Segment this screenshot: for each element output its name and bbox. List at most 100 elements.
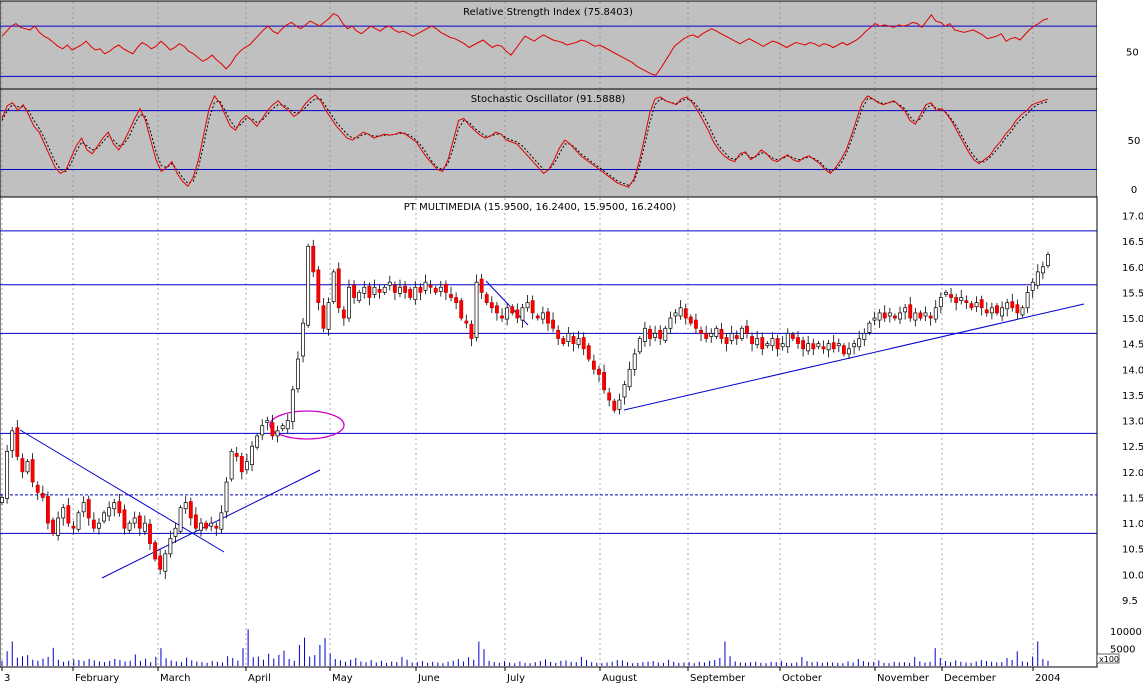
month-label: October xyxy=(782,673,823,684)
candle-down xyxy=(683,308,688,319)
candle-up xyxy=(1000,307,1005,317)
candle-down xyxy=(377,288,382,293)
candle-down xyxy=(699,329,703,334)
candle-down xyxy=(561,338,566,345)
candle-down xyxy=(995,305,999,314)
candle-down xyxy=(949,294,953,298)
candle-up xyxy=(627,368,632,388)
candle-down xyxy=(367,285,372,298)
candle-up xyxy=(663,327,668,341)
candle-up xyxy=(362,286,367,294)
candle-up xyxy=(183,502,188,510)
candle-down xyxy=(20,458,25,473)
candle-down xyxy=(510,306,515,314)
candle-down xyxy=(551,319,555,329)
candle-up xyxy=(168,538,173,555)
candle-up xyxy=(357,292,362,301)
candle-up xyxy=(974,302,979,308)
candle-up xyxy=(347,286,351,319)
candle-up xyxy=(331,271,336,302)
candle-up xyxy=(163,553,168,572)
candle-up xyxy=(836,343,841,347)
candle-up xyxy=(280,425,285,430)
price-tick-label: 11.5 xyxy=(1122,493,1143,504)
candle-up xyxy=(780,343,785,348)
candle-up xyxy=(387,281,392,286)
candle-down xyxy=(464,320,469,324)
stochastic-title: Stochastic Oscillator (91.5888) xyxy=(471,94,626,105)
candle-up xyxy=(142,522,147,532)
candle-up xyxy=(709,333,714,337)
candle-up xyxy=(423,281,428,291)
candle-up xyxy=(290,389,295,422)
candle-up xyxy=(673,312,678,317)
price-panel: PT MULTIMEDIA (15.9500, 16.2400, 15.9500… xyxy=(0,196,1143,668)
candle-up xyxy=(765,343,770,347)
price-tick-label: 14.5 xyxy=(1122,340,1143,351)
candle-up xyxy=(622,384,627,398)
candle-down xyxy=(591,360,596,370)
price-tick-label: 12.5 xyxy=(1122,442,1143,453)
candle-down xyxy=(316,269,321,304)
candle-up xyxy=(199,522,203,531)
candle-down xyxy=(724,337,729,345)
candle-down xyxy=(408,288,413,298)
candle-down xyxy=(148,523,152,544)
candle-down xyxy=(801,340,806,350)
candle-up xyxy=(265,420,270,423)
candle-down xyxy=(530,300,535,314)
candle-down xyxy=(750,336,754,345)
candle-down xyxy=(392,284,397,293)
price-tick-label: 12.0 xyxy=(1122,468,1143,479)
candle-down xyxy=(418,286,423,293)
month-axis: 3 February March April May June July August Sept… xyxy=(0,666,1097,684)
candle-down xyxy=(428,284,433,288)
candle-up xyxy=(398,286,402,294)
candle-up xyxy=(1020,307,1025,316)
candle-down xyxy=(811,343,816,350)
candle-up xyxy=(739,327,744,339)
candle-down xyxy=(30,459,35,483)
candle-up xyxy=(525,302,530,309)
candle-up xyxy=(56,517,61,536)
candle-down xyxy=(882,312,887,319)
candle-up xyxy=(816,343,821,348)
candle-up xyxy=(301,322,305,357)
candle-up xyxy=(372,286,377,295)
candle-up xyxy=(898,312,902,320)
candle-down xyxy=(760,337,765,350)
stochastic-tick-label: 50 xyxy=(1128,136,1141,147)
candle-up xyxy=(102,512,106,522)
price-tick-label: 17.0 xyxy=(1122,212,1143,223)
candle-down xyxy=(234,453,239,457)
candle-up xyxy=(938,297,943,308)
price-title: PT MULTIMEDIA (15.9500, 16.2400, 15.9500… xyxy=(404,202,677,213)
candle-up xyxy=(867,322,872,333)
rsi-tick-label: 50 xyxy=(1126,47,1139,58)
candle-down xyxy=(469,323,474,339)
candle-down xyxy=(602,372,607,391)
candle-up xyxy=(903,307,908,313)
candle-down xyxy=(433,287,438,293)
candle-down xyxy=(556,329,561,339)
candle-up xyxy=(76,512,81,530)
candle-down xyxy=(122,509,127,529)
price-tick-label: 10.0 xyxy=(1122,570,1143,581)
candle-down xyxy=(158,555,163,570)
price-tick-label: 11.0 xyxy=(1122,519,1143,530)
candle-up xyxy=(285,420,290,430)
candle-down xyxy=(597,368,601,375)
candle-up xyxy=(219,512,224,530)
candle-down xyxy=(586,345,591,360)
candle-up xyxy=(632,353,637,370)
candle-up xyxy=(209,522,214,527)
candle-down xyxy=(969,303,974,309)
candle-down xyxy=(153,542,157,560)
month-label: July xyxy=(506,673,525,684)
candle-down xyxy=(612,400,617,411)
candle-up xyxy=(250,445,254,466)
candle-up xyxy=(1025,292,1030,309)
candle-up xyxy=(229,450,234,480)
candle-down xyxy=(45,496,50,524)
candle-up xyxy=(944,292,948,295)
